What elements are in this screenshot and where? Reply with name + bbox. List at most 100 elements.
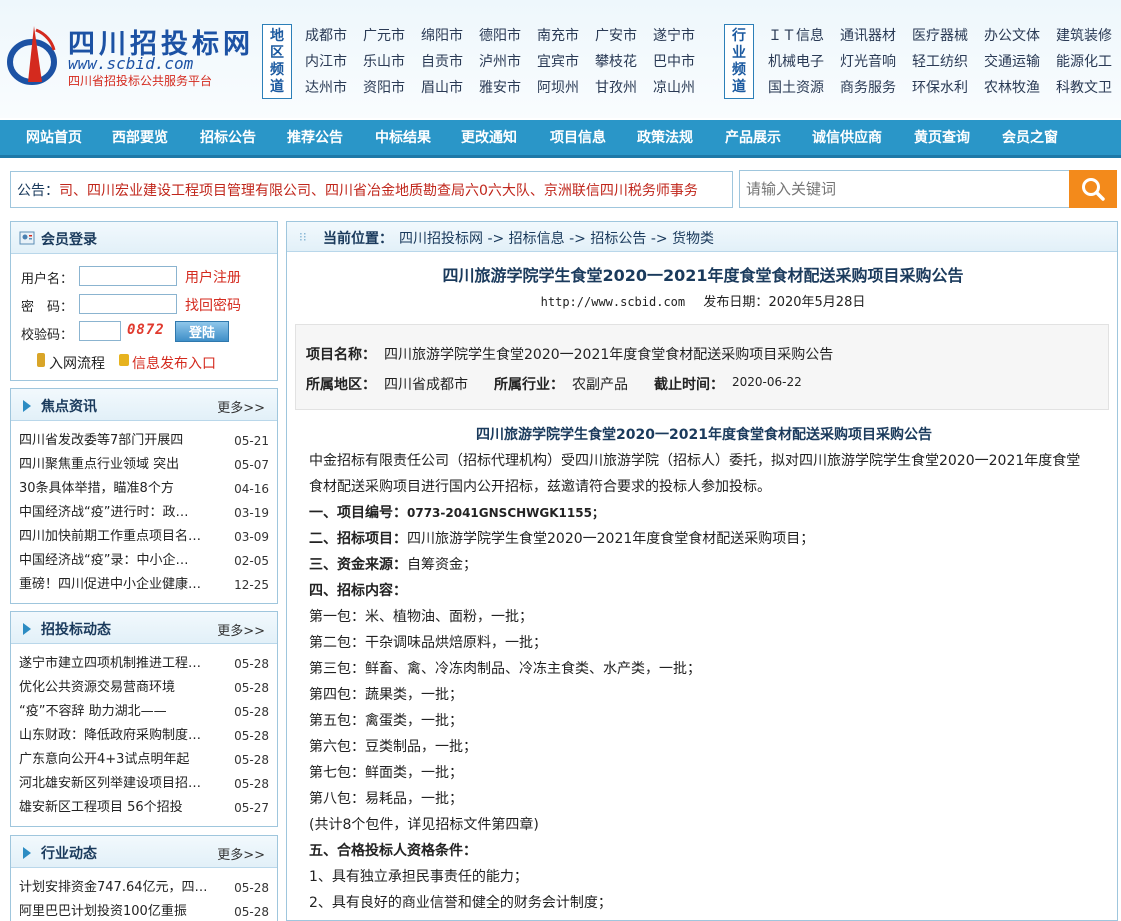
news-title[interactable]: 阿里巴巴计划投资100亿重振 <box>19 900 209 921</box>
region-city-link[interactable]: 甘孜州 <box>595 75 653 101</box>
industry-link[interactable]: 机械电子 <box>768 49 840 75</box>
industry-link[interactable]: 农林牧渔 <box>984 75 1056 101</box>
nav-item[interactable]: 更改通知 <box>461 120 517 157</box>
nav-item[interactable]: 西部要览 <box>112 120 168 157</box>
nav-item[interactable]: 推荐公告 <box>287 120 343 157</box>
region-city-link[interactable]: 绵阳市 <box>421 23 479 49</box>
region-city-link[interactable]: 南充市 <box>537 23 595 49</box>
region-city-link[interactable]: 雅安市 <box>479 75 537 101</box>
news-title[interactable]: 30条具体举措，瞄准8个方 <box>19 477 209 501</box>
focus-news-more-link[interactable]: 更多>> <box>217 397 265 416</box>
publish-link[interactable]: 信息发布入口 <box>132 353 216 373</box>
nav-item[interactable]: 项目信息 <box>550 120 606 157</box>
news-title[interactable]: 中国经济战“疫”进行时：政… <box>19 501 209 525</box>
news-item[interactable]: “疫”不容辞 助力湖北—— 05-28 <box>19 700 269 724</box>
bidding-news-more-link[interactable]: 更多>> <box>217 620 265 639</box>
nav-item[interactable]: 产品展示 <box>725 120 781 157</box>
news-title[interactable]: 计划安排资金747.64亿元，四… <box>19 876 209 900</box>
region-city-link[interactable]: 广安市 <box>595 23 653 49</box>
region-city-link[interactable]: 广元市 <box>363 23 421 49</box>
news-item[interactable]: 中国经济战“疫”进行时：政… 03-19 <box>19 501 269 525</box>
captcha-image[interactable]: 0872 <box>127 322 165 338</box>
industry-link[interactable]: ＩＴ信息 <box>768 23 840 49</box>
industry-link[interactable]: 商务服务 <box>840 75 912 101</box>
login-button[interactable]: 登陆 <box>175 321 229 342</box>
region-city-link[interactable]: 资阳市 <box>363 75 421 101</box>
region-city-link[interactable]: 达州市 <box>305 75 363 101</box>
news-item[interactable]: 遂宁市建立四项机制推进工程… 05-28 <box>19 652 269 676</box>
region-city-link[interactable]: 成都市 <box>305 23 363 49</box>
industry-link[interactable]: 轻工纺织 <box>912 49 984 75</box>
region-city-link[interactable]: 泸州市 <box>479 49 537 75</box>
news-item[interactable]: 雄安新区工程项目 56个招投 05-27 <box>19 796 269 820</box>
region-city-link[interactable]: 阿坝州 <box>537 75 595 101</box>
region-label: 所属地区： <box>306 377 376 393</box>
region-city-link[interactable]: 巴中市 <box>653 49 711 75</box>
nav-item[interactable]: 招标公告 <box>200 120 256 157</box>
news-item[interactable]: 重磅！四川促进中小企业健康… 12-25 <box>19 573 269 597</box>
industry-link[interactable]: 科教文卫 <box>1056 75 1116 101</box>
industry-link[interactable]: 医疗器械 <box>912 23 984 49</box>
news-title[interactable]: 四川加快前期工作重点项目名… <box>19 525 209 549</box>
news-title[interactable]: “疫”不容辞 助力湖北—— <box>19 700 209 724</box>
recover-password-link[interactable]: 找回密码 <box>185 295 241 315</box>
news-title[interactable]: 四川省发改委等7部门开展四 <box>19 429 209 453</box>
nav-item[interactable]: 中标结果 <box>375 120 431 157</box>
industry-link[interactable]: 能源化工 <box>1056 49 1116 75</box>
region-city-link[interactable]: 宜宾市 <box>537 49 595 75</box>
process-link[interactable]: 入网流程 <box>49 353 105 373</box>
region-city-link[interactable]: 自贡市 <box>421 49 479 75</box>
industry-link[interactable]: 环保水利 <box>912 75 984 101</box>
news-item[interactable]: 优化公共资源交易营商环境 05-28 <box>19 676 269 700</box>
news-item[interactable]: 阿里巴巴计划投资100亿重振 05-28 <box>19 900 269 921</box>
news-title[interactable]: 中国经济战“疫”录：中小企… <box>19 549 209 573</box>
notice-text[interactable]: 公告：司、四川宏业建设工程项目管理有限公司、四川省冶金地质勘查局六0六大队、京洲… <box>17 180 698 200</box>
industry-news-more-link[interactable]: 更多>> <box>217 844 265 863</box>
nav-item[interactable]: 黄页查询 <box>914 120 970 157</box>
news-title[interactable]: 优化公共资源交易营商环境 <box>19 676 209 700</box>
register-link[interactable]: 用户注册 <box>185 267 241 287</box>
news-item[interactable]: 中国经济战“疫”录：中小企… 02-05 <box>19 549 269 573</box>
region-city-link[interactable]: 眉山市 <box>421 75 479 101</box>
news-item[interactable]: 30条具体举措，瞄准8个方 04-16 <box>19 477 269 501</box>
search-input[interactable] <box>739 170 1070 208</box>
password-input[interactable] <box>79 294 177 314</box>
nav-item[interactable]: 网站首页 <box>26 120 82 157</box>
search-button[interactable] <box>1069 170 1117 208</box>
industry-link[interactable]: 建筑装修 <box>1056 23 1116 49</box>
news-item[interactable]: 四川省发改委等7部门开展四 05-21 <box>19 429 269 453</box>
nav-item[interactable]: 政策法规 <box>637 120 693 157</box>
industry-link[interactable]: 灯光音响 <box>840 49 912 75</box>
news-item[interactable]: 山东财政：降低政府采购制度… 05-28 <box>19 724 269 748</box>
region-city-link[interactable]: 乐山市 <box>363 49 421 75</box>
news-item[interactable]: 四川聚焦重点行业领域 突出 05-07 <box>19 453 269 477</box>
news-item[interactable]: 广东意向公开4+3试点明年起 05-28 <box>19 748 269 772</box>
news-item[interactable]: 河北雄安新区列举建设项目招… 05-28 <box>19 772 269 796</box>
captcha-input[interactable] <box>79 321 121 341</box>
notice-content[interactable]: 司、四川宏业建设工程项目管理有限公司、四川省冶金地质勘查局六0六大队、京洲联信四… <box>59 183 698 199</box>
region-city-link[interactable]: 遂宁市 <box>653 23 711 49</box>
region-city-link[interactable]: 德阳市 <box>479 23 537 49</box>
news-title[interactable]: 雄安新区工程项目 56个招投 <box>19 796 209 820</box>
news-title[interactable]: 重磅！四川促进中小企业健康… <box>19 573 209 597</box>
news-date: 04-16 <box>234 482 269 496</box>
username-input[interactable] <box>79 266 177 286</box>
region-city-link[interactable]: 攀枝花 <box>595 49 653 75</box>
breadcrumb-path[interactable]: 四川招投标网 -> 招标信息 -> 招标公告 -> 货物类 <box>399 228 714 248</box>
news-title[interactable]: 山东财政：降低政府采购制度… <box>19 724 209 748</box>
site-logo[interactable]: 四川招投标网 www.scbid.com 四川省招投标公共服务平台 <box>6 20 256 96</box>
news-title[interactable]: 四川聚焦重点行业领域 突出 <box>19 453 209 477</box>
industry-link[interactable]: 国土资源 <box>768 75 840 101</box>
news-item[interactable]: 四川加快前期工作重点项目名… 03-09 <box>19 525 269 549</box>
nav-item[interactable]: 诚信供应商 <box>812 120 882 157</box>
news-item[interactable]: 计划安排资金747.64亿元，四… 05-28 <box>19 876 269 900</box>
region-city-link[interactable]: 凉山州 <box>653 75 711 101</box>
industry-link[interactable]: 通讯器材 <box>840 23 912 49</box>
news-title[interactable]: 遂宁市建立四项机制推进工程… <box>19 652 209 676</box>
news-title[interactable]: 河北雄安新区列举建设项目招… <box>19 772 209 796</box>
industry-link[interactable]: 交通运输 <box>984 49 1056 75</box>
industry-link[interactable]: 办公文体 <box>984 23 1056 49</box>
news-title[interactable]: 广东意向公开4+3试点明年起 <box>19 748 209 772</box>
nav-item[interactable]: 会员之窗 <box>1002 120 1058 157</box>
region-city-link[interactable]: 内江市 <box>305 49 363 75</box>
